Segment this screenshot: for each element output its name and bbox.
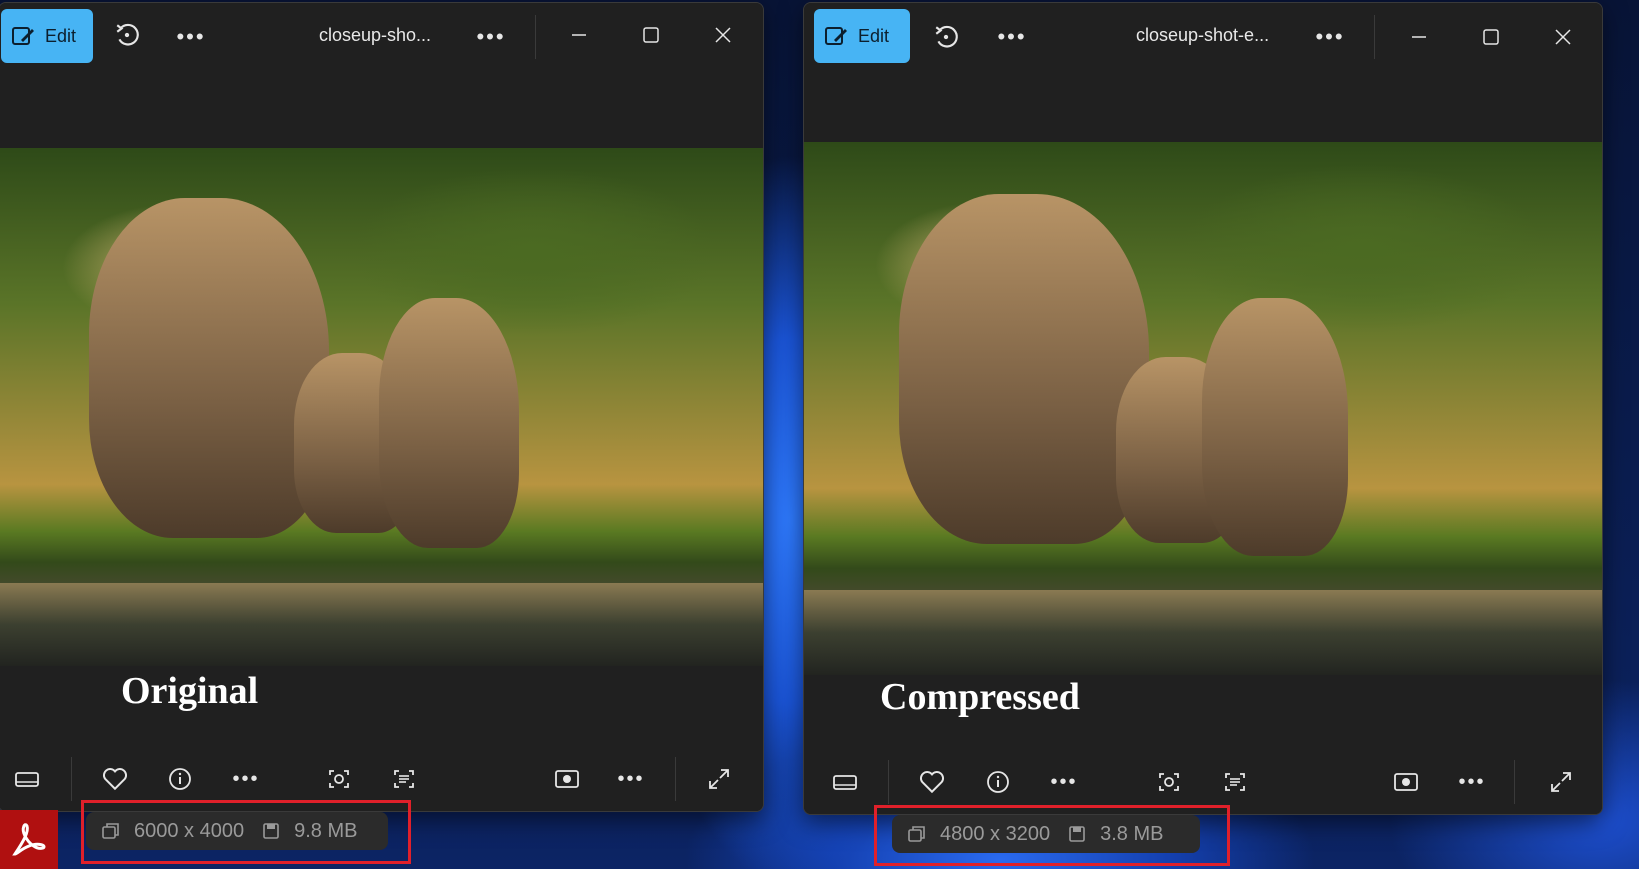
toolbar-more-button-2[interactable]: ••• bbox=[1452, 762, 1492, 802]
info-button[interactable] bbox=[978, 762, 1018, 802]
slideshow-icon bbox=[555, 770, 579, 788]
acrobat-taskbar-button[interactable] bbox=[0, 810, 58, 869]
title-bar: Edit ••• closeup-sho... ••• bbox=[0, 3, 763, 69]
more-icon: ••• bbox=[232, 767, 260, 790]
toolbar-more-button[interactable]: ••• bbox=[226, 759, 266, 799]
favorite-button[interactable] bbox=[912, 762, 952, 802]
more-icon: ••• bbox=[997, 24, 1027, 49]
title-more-button[interactable]: ••• bbox=[1310, 17, 1350, 57]
heart-icon bbox=[102, 768, 128, 791]
photo-elephants bbox=[0, 148, 763, 666]
rotate-icon bbox=[116, 23, 139, 46]
close-icon bbox=[715, 27, 731, 43]
edit-button-label: Edit bbox=[45, 25, 77, 46]
toolbar-more-button[interactable]: ••• bbox=[1044, 762, 1084, 802]
visual-search-button[interactable] bbox=[319, 759, 359, 799]
expand-button[interactable] bbox=[699, 759, 739, 799]
toolbar-more-button-2[interactable]: ••• bbox=[611, 759, 651, 799]
visual-search-button[interactable] bbox=[1149, 762, 1189, 802]
window-title: closeup-sho... bbox=[319, 25, 432, 45]
expand-icon bbox=[709, 769, 729, 789]
title-bar: Edit ••• closeup-shot-e... ••• bbox=[804, 3, 1602, 69]
more-icon: ••• bbox=[176, 24, 206, 49]
edit-icon bbox=[825, 27, 847, 45]
more-icon: ••• bbox=[1458, 770, 1486, 793]
divider bbox=[1374, 15, 1375, 59]
expand-button[interactable] bbox=[1541, 762, 1581, 802]
scan-text-button[interactable] bbox=[384, 759, 424, 799]
face-scan-icon bbox=[329, 770, 349, 788]
title-more-button[interactable]: ••• bbox=[471, 17, 511, 57]
more-icon: ••• bbox=[1050, 770, 1078, 793]
rotate-icon bbox=[935, 25, 958, 48]
rotate-button[interactable] bbox=[107, 15, 147, 55]
highlight-box-compressed bbox=[874, 805, 1230, 866]
divider bbox=[675, 757, 676, 801]
more-options-button[interactable]: ••• bbox=[992, 17, 1032, 57]
minimize-button[interactable] bbox=[1399, 17, 1439, 57]
slideshow-button[interactable] bbox=[547, 759, 587, 799]
heart-icon bbox=[919, 771, 945, 794]
filmstrip-button[interactable] bbox=[7, 759, 47, 799]
edit-icon bbox=[12, 27, 34, 45]
divider bbox=[71, 757, 72, 801]
minimize-icon bbox=[572, 34, 586, 36]
more-options-button[interactable]: ••• bbox=[171, 17, 211, 57]
more-icon: ••• bbox=[617, 767, 645, 790]
text-scan-icon bbox=[1225, 773, 1245, 791]
maximize-icon bbox=[1483, 29, 1499, 45]
minimize-button[interactable] bbox=[559, 15, 599, 55]
window-title: closeup-shot-e... bbox=[1136, 25, 1270, 45]
info-icon bbox=[987, 771, 1009, 793]
filmstrip-button[interactable] bbox=[825, 762, 865, 802]
acrobat-icon bbox=[12, 822, 46, 856]
expand-icon bbox=[1551, 772, 1571, 792]
divider bbox=[888, 760, 889, 804]
info-button[interactable] bbox=[160, 759, 200, 799]
filmstrip-icon bbox=[15, 772, 39, 787]
maximize-button[interactable] bbox=[1471, 17, 1511, 57]
photos-window-original: Edit ••• closeup-sho... ••• Original •••… bbox=[0, 2, 764, 812]
photo-elephants bbox=[804, 142, 1602, 675]
minimize-icon bbox=[1412, 36, 1426, 38]
favorite-button[interactable] bbox=[95, 759, 135, 799]
face-scan-icon bbox=[1159, 773, 1179, 791]
rotate-button[interactable] bbox=[926, 17, 966, 57]
more-icon: ••• bbox=[1315, 24, 1345, 49]
highlight-box-original bbox=[81, 800, 411, 864]
slideshow-button[interactable] bbox=[1386, 762, 1426, 802]
photo-caption: Original bbox=[121, 670, 259, 712]
divider bbox=[1514, 760, 1515, 804]
divider bbox=[535, 15, 536, 59]
close-icon bbox=[1555, 29, 1571, 45]
maximize-button[interactable] bbox=[631, 15, 671, 55]
filmstrip-icon bbox=[833, 775, 857, 790]
slideshow-icon bbox=[1394, 773, 1418, 791]
photo-caption: Compressed bbox=[880, 676, 1080, 718]
photos-window-compressed: Edit ••• closeup-shot-e... ••• Compresse… bbox=[803, 2, 1603, 815]
edit-button-label: Edit bbox=[858, 25, 890, 46]
close-button[interactable] bbox=[1543, 17, 1583, 57]
info-icon bbox=[169, 768, 191, 790]
scan-text-button[interactable] bbox=[1215, 762, 1255, 802]
edit-button[interactable]: Edit bbox=[1, 9, 93, 63]
close-button[interactable] bbox=[703, 15, 743, 55]
edit-button[interactable]: Edit bbox=[814, 9, 910, 63]
text-scan-icon bbox=[394, 770, 414, 788]
maximize-icon bbox=[643, 27, 659, 43]
more-icon: ••• bbox=[476, 24, 506, 49]
